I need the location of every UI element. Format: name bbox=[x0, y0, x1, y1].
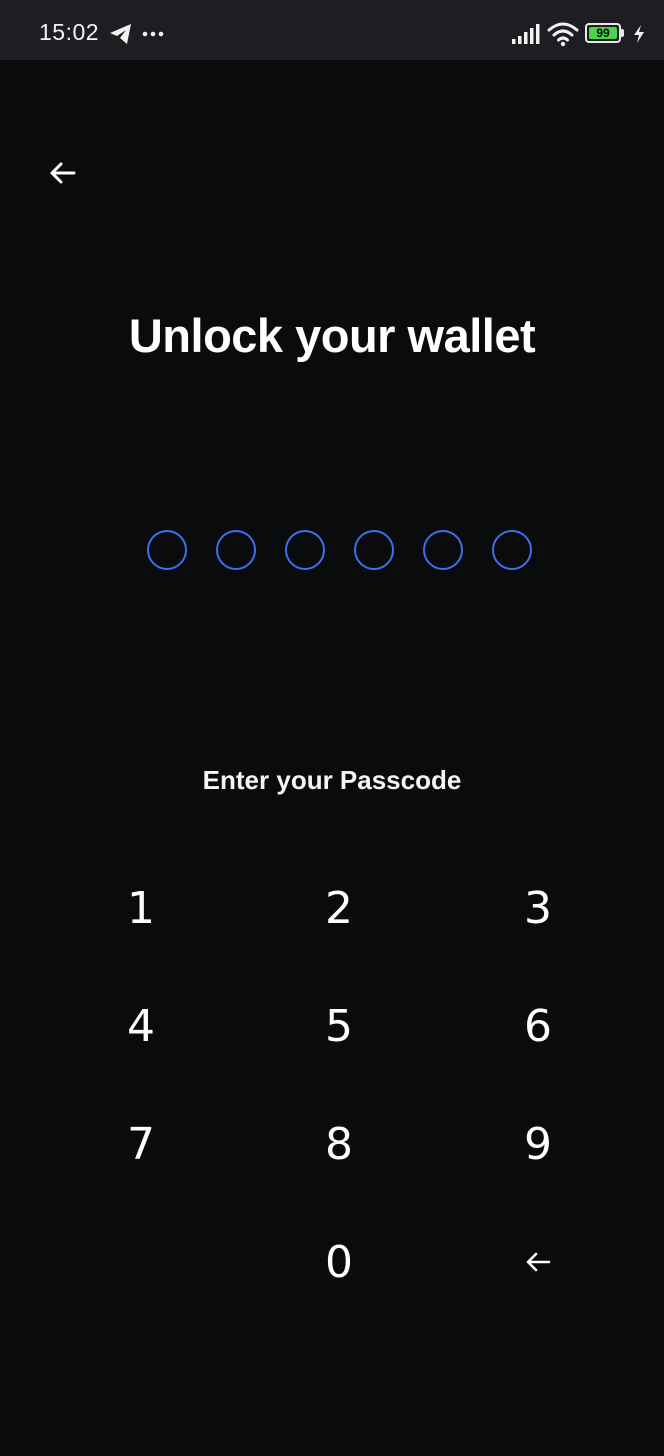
wifi-icon bbox=[547, 22, 579, 47]
backspace-icon bbox=[526, 1252, 551, 1272]
key-8[interactable]: 8 bbox=[279, 1094, 399, 1194]
passcode-dot bbox=[285, 530, 325, 570]
key-0[interactable]: 0 bbox=[279, 1212, 399, 1312]
back-button[interactable] bbox=[40, 150, 86, 196]
key-3[interactable]: 3 bbox=[478, 858, 598, 958]
key-2[interactable]: 2 bbox=[279, 858, 399, 958]
battery-icon: 99 bbox=[585, 23, 625, 45]
more-icon bbox=[142, 31, 164, 37]
key-6[interactable]: 6 bbox=[478, 976, 598, 1076]
key-4[interactable]: 4 bbox=[81, 976, 201, 1076]
passcode-dot bbox=[216, 530, 256, 570]
passcode-dot bbox=[423, 530, 463, 570]
key-1[interactable]: 1 bbox=[81, 858, 201, 958]
status-time: 15:02 bbox=[39, 19, 100, 45]
arrow-left-icon bbox=[50, 162, 76, 184]
passcode-dot bbox=[492, 530, 532, 570]
page-title: Unlock your wallet bbox=[128, 309, 536, 362]
key-empty bbox=[81, 1212, 201, 1312]
passcode-dot bbox=[354, 530, 394, 570]
unlock-wallet-screen: 15:02 99 Unlock your wallet Enter your P… bbox=[0, 0, 664, 1456]
charging-bolt-icon bbox=[634, 25, 644, 43]
passcode-prompt: Enter your Passcode bbox=[202, 765, 462, 795]
key-5[interactable]: 5 bbox=[279, 976, 399, 1076]
telegram-icon bbox=[110, 24, 131, 44]
signal-icon bbox=[512, 24, 540, 44]
passcode-dots bbox=[0, 530, 664, 570]
passcode-dot bbox=[147, 530, 187, 570]
key-9[interactable]: 9 bbox=[478, 1094, 598, 1194]
backspace-button[interactable] bbox=[478, 1212, 598, 1312]
key-7[interactable]: 7 bbox=[81, 1094, 201, 1194]
battery-level: 99 bbox=[589, 27, 617, 39]
status-bar: 15:02 99 bbox=[0, 0, 664, 60]
